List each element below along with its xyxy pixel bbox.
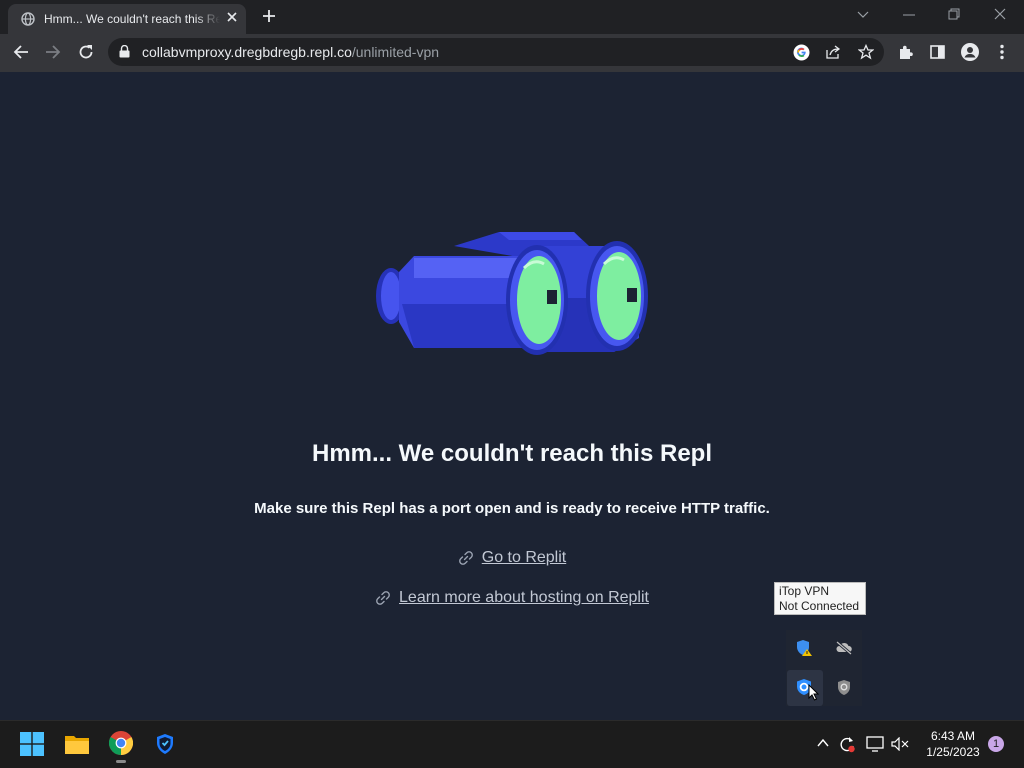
- tab-active[interactable]: Hmm... We couldn't reach this Repl: [8, 4, 246, 34]
- chevron-up-icon[interactable]: [817, 738, 829, 748]
- learn-more-hosting-label[interactable]: Learn more about hosting on Replit: [399, 589, 649, 607]
- learn-more-row: Learn more about hosting on Replit: [0, 589, 1024, 611]
- extensions-puzzle-icon[interactable]: [898, 44, 914, 60]
- google-icon[interactable]: [793, 44, 810, 61]
- tooltip-app-name: iTop VPN: [779, 584, 830, 598]
- chevron-down-icon[interactable]: [857, 9, 869, 19]
- itop-vpn-taskbar-icon[interactable]: [155, 733, 175, 755]
- window-close-icon[interactable]: [994, 8, 1006, 20]
- tab-title: Hmm... We couldn't reach this Repl: [44, 12, 220, 26]
- chrome-icon[interactable]: [109, 731, 133, 755]
- go-to-replit-row: Go to Replit: [0, 549, 1024, 571]
- tooltip-status: Not Connected: [779, 599, 860, 613]
- star-icon[interactable]: [858, 44, 874, 60]
- link-icon: [458, 550, 474, 566]
- taskbar-clock-date[interactable]: 1/25/2023: [920, 745, 986, 759]
- forward-arrow-icon[interactable]: [45, 44, 61, 60]
- side-panel-icon[interactable]: [930, 45, 945, 59]
- globe-icon: [21, 12, 35, 26]
- link-icon: [375, 590, 391, 606]
- file-explorer-icon[interactable]: [64, 733, 90, 755]
- taskbar-clock-time[interactable]: 6:43 AM: [920, 729, 986, 743]
- learn-more-hosting-link[interactable]: Learn more about hosting on Replit: [375, 589, 649, 607]
- page-subtitle: Make sure this Repl has a port open and …: [254, 500, 770, 517]
- minimize-icon[interactable]: [903, 14, 915, 16]
- url-text[interactable]: collabvmproxy.dregbdregb.repl.co/unlimit…: [142, 44, 439, 60]
- go-to-replit-link[interactable]: Go to Replit: [458, 549, 566, 567]
- tab-close-icon[interactable]: [226, 11, 238, 23]
- kebab-menu-icon[interactable]: [999, 44, 1005, 60]
- windows-start-icon[interactable]: [20, 732, 44, 756]
- binoculars-illustration: [374, 228, 654, 356]
- profile-icon[interactable]: [961, 43, 979, 61]
- lock-icon[interactable]: [119, 45, 130, 58]
- defender-warning-icon[interactable]: [795, 639, 813, 657]
- security-shield-icon[interactable]: [836, 679, 852, 696]
- mouse-cursor-icon: [808, 684, 819, 701]
- url-path: /unlimited-vpn: [351, 44, 440, 60]
- chrome-running-indicator: [116, 760, 126, 763]
- go-to-replit-label[interactable]: Go to Replit: [482, 549, 566, 567]
- new-tab-plus-icon[interactable]: [262, 9, 276, 23]
- share-icon[interactable]: [826, 45, 841, 59]
- display-icon[interactable]: [866, 736, 884, 752]
- volume-muted-icon[interactable]: [891, 737, 909, 751]
- notification-count-badge[interactable]: 1: [988, 736, 1004, 752]
- page-content: [0, 72, 1024, 720]
- back-arrow-icon[interactable]: [13, 44, 29, 60]
- sync-alert-icon[interactable]: [838, 735, 856, 753]
- itop-vpn-tooltip: iTop VPN Not Connected: [774, 582, 866, 615]
- url-host: collabvmproxy.dregbdregb.repl.co: [142, 44, 352, 60]
- page-title: Hmm... We couldn't reach this Repl: [312, 440, 712, 467]
- reload-icon[interactable]: [78, 44, 94, 60]
- onedrive-offline-icon[interactable]: [835, 640, 853, 656]
- restore-icon[interactable]: [948, 8, 960, 20]
